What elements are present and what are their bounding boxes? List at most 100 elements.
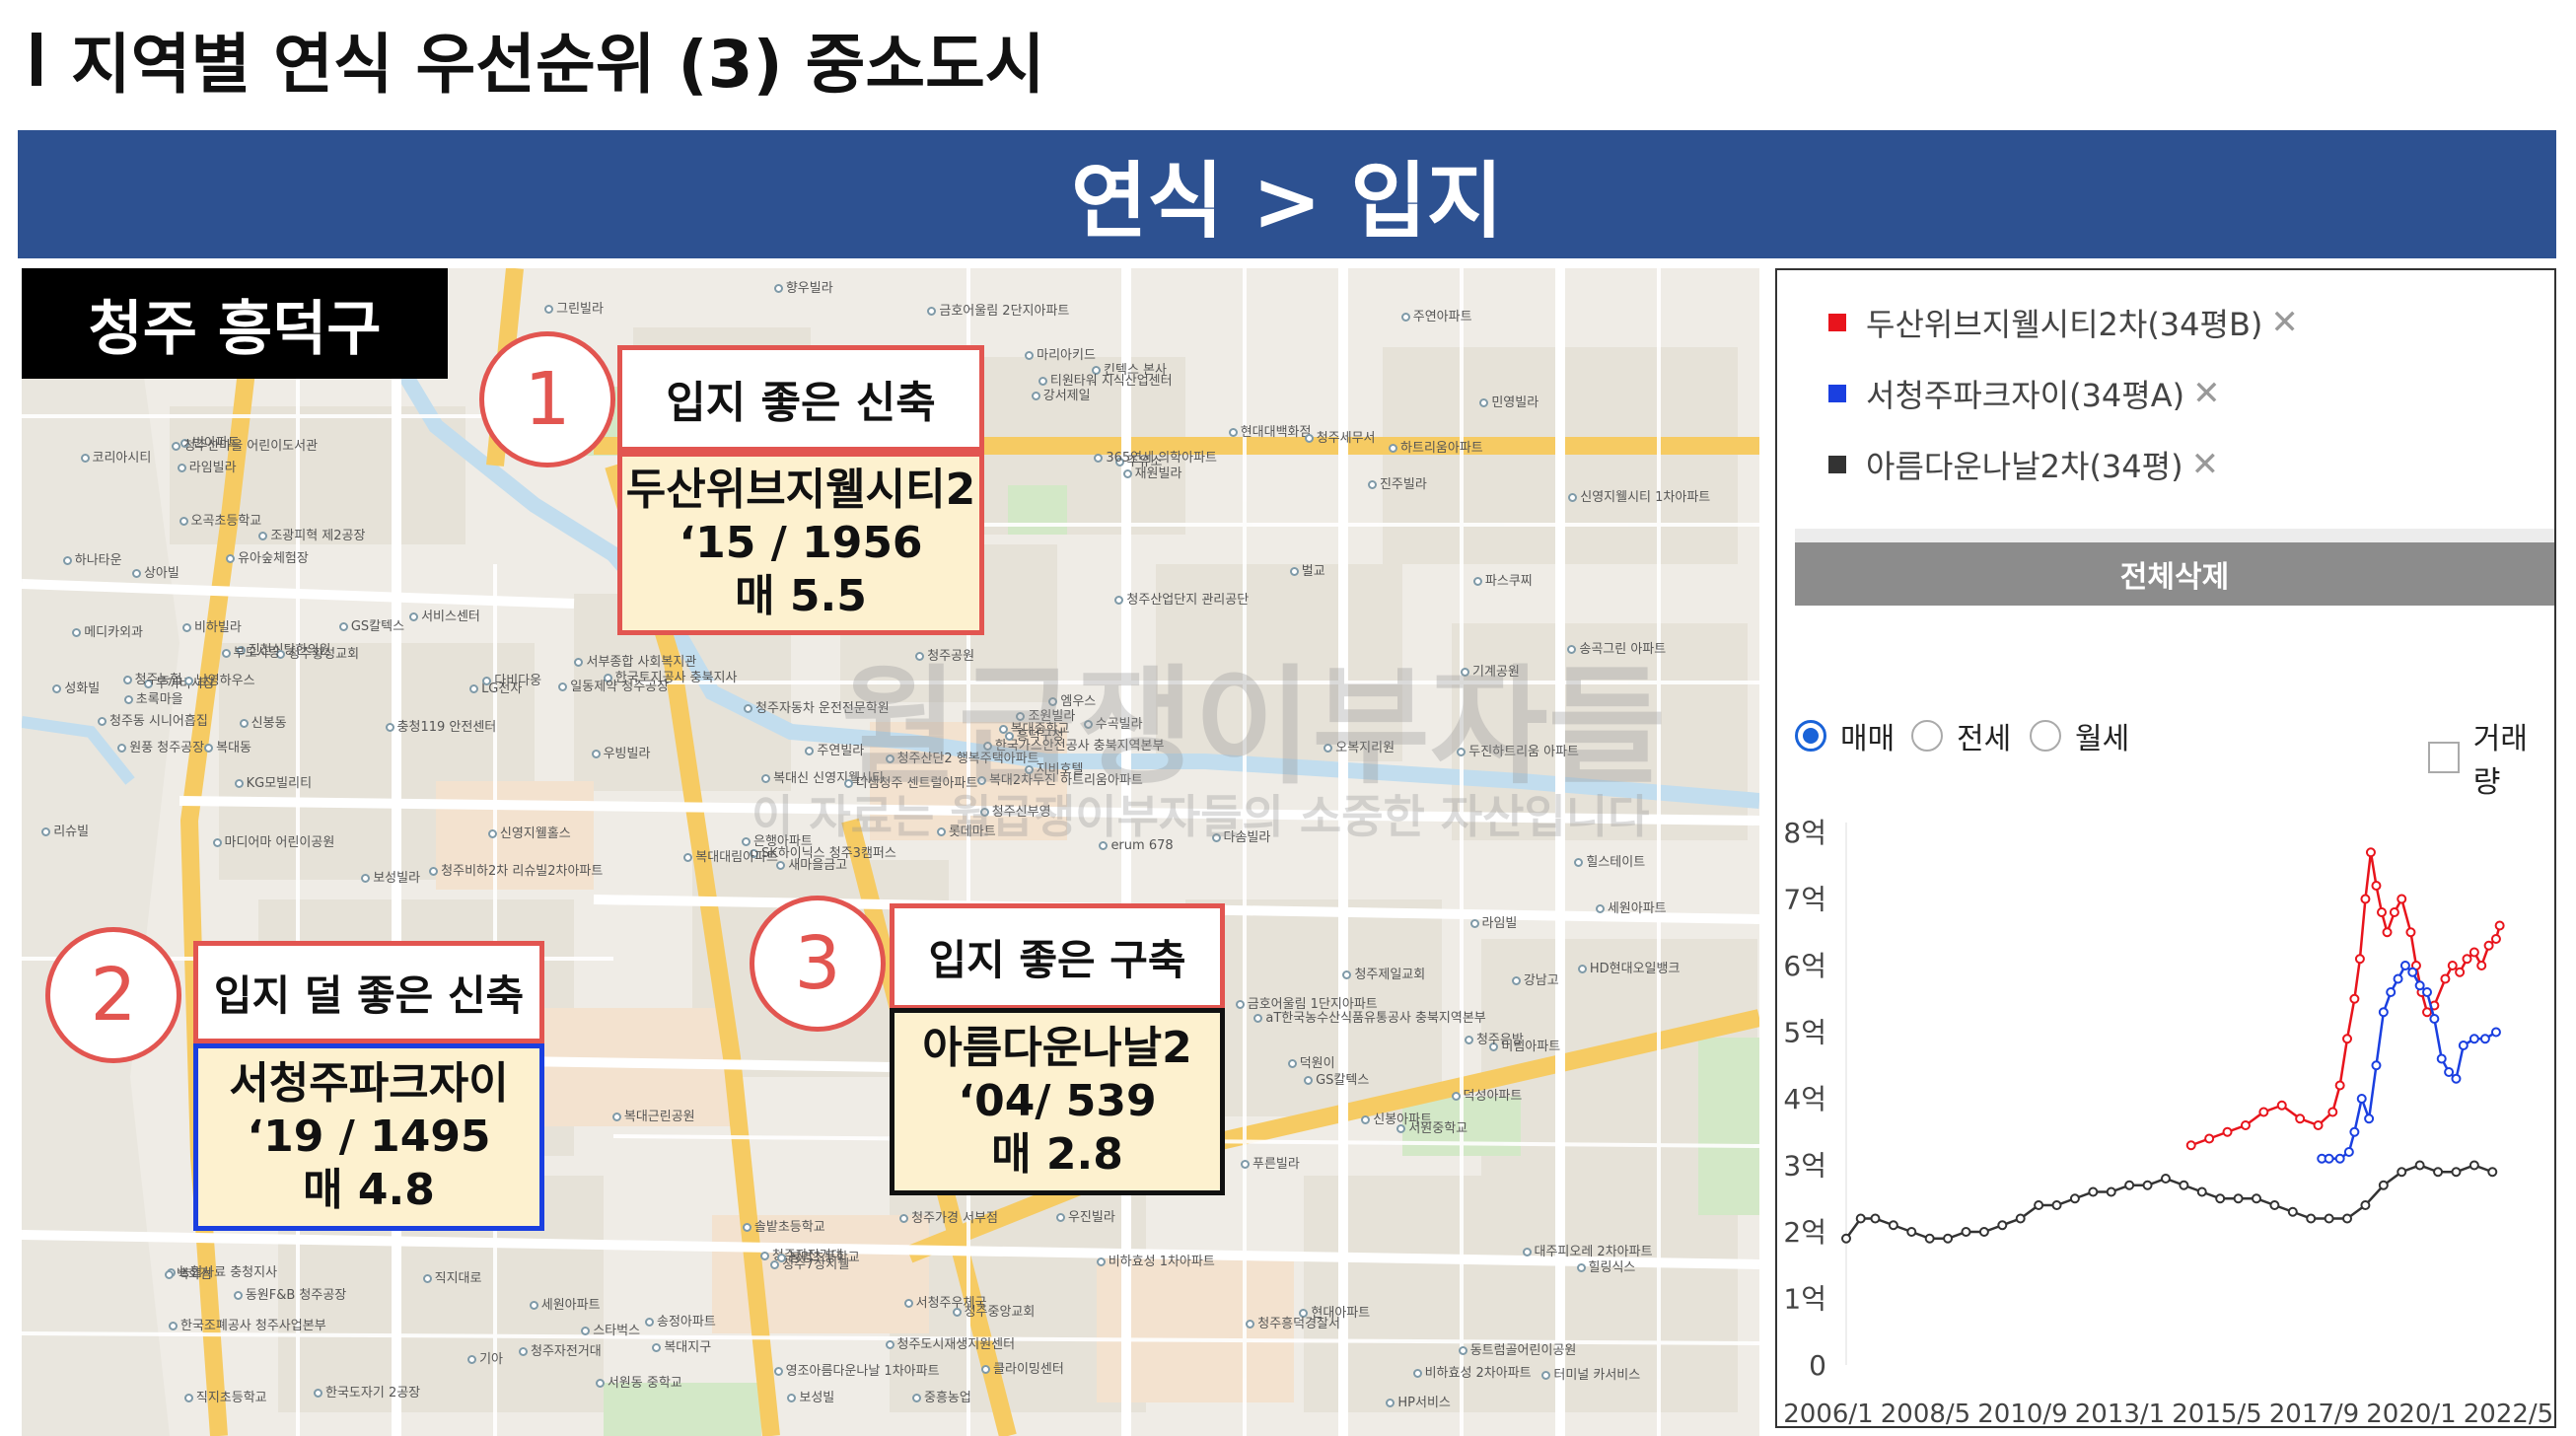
radio-sale[interactable]: 매매	[1795, 714, 1895, 757]
map-poi-label: 청주농협	[122, 673, 181, 688]
map-pin-icon	[1253, 1014, 1263, 1024]
map-poi-label: 신봉동	[239, 716, 287, 732]
map-pin-icon	[1479, 397, 1489, 407]
map-poi-label: 청주가경 서부점	[899, 1211, 998, 1227]
data-point	[2124, 1180, 2135, 1190]
data-point	[2365, 847, 2376, 858]
map-pin-icon	[72, 628, 82, 638]
map-poi-label: 푸른빌라	[1241, 1157, 1300, 1173]
map-poi-label: 세원아파트	[1595, 901, 1667, 917]
map-poi-label: 향우빌라	[773, 281, 833, 297]
map-poi-label: 마디어마 어린이공원	[212, 835, 334, 851]
callout-1-price: 매 5.5	[735, 570, 867, 621]
radio-label: 월세	[2075, 722, 2130, 756]
data-point	[2422, 987, 2433, 997]
map-poi-label: 청주자전거대	[518, 1344, 602, 1360]
data-point	[2051, 1200, 2062, 1210]
map-pin-icon	[469, 683, 479, 693]
map-pin-icon	[591, 749, 601, 758]
map-poi-label: 대주피오레 2차아파트	[1522, 1245, 1653, 1260]
data-point	[1997, 1220, 2008, 1231]
series-line	[2322, 963, 2497, 1160]
data-point	[1888, 1220, 1898, 1231]
map-pin-icon	[742, 1222, 751, 1232]
data-point	[2276, 1100, 2287, 1111]
map-poi-label: 송정아파트	[645, 1315, 716, 1330]
legend-item-doosan[interactable]: 두산위브지웰시티2차(34평B) ✕	[1828, 300, 2299, 345]
map-poi-label: 티원타워 지식산업센터	[1038, 374, 1173, 390]
district-label: 청주 흥덕구	[22, 268, 448, 379]
x-tick-label: 2020/1	[2366, 1400, 2456, 1428]
callout-2-number: 2	[45, 927, 181, 1063]
radio-monthly[interactable]: 월세	[2030, 714, 2129, 757]
remove-icon[interactable]: ✕	[2192, 374, 2221, 413]
y-tick-label: 2억	[1783, 1216, 1826, 1249]
map-poi-label: 원풍 청주공장	[117, 741, 204, 756]
remove-icon[interactable]: ✕	[2191, 445, 2220, 484]
map-pin-icon	[1246, 1319, 1255, 1328]
data-point	[2487, 1167, 2498, 1178]
data-point	[2378, 1007, 2389, 1018]
map-pin-icon	[1389, 443, 1398, 453]
map-poi-label: 라임빌라	[177, 461, 237, 476]
map-poi-label: 신영지웰시티 1차아파트	[1568, 490, 1710, 506]
data-point	[2371, 881, 2382, 891]
map-pin-icon	[1031, 392, 1040, 401]
data-point	[1841, 1233, 1851, 1244]
data-point	[2469, 1160, 2479, 1171]
map-pin-icon	[123, 694, 133, 704]
callout-1-label: 입지 좋은 신축	[617, 345, 984, 452]
map-poi-label: 오곡초등학교	[179, 514, 261, 530]
remove-icon[interactable]: ✕	[2270, 303, 2299, 342]
callout-2-info: 서청주파크자이 ‘19 / 1495 매 4.8	[193, 1043, 544, 1231]
radio-indicator	[2030, 720, 2061, 752]
callout-1-stats: ‘15 / 1956	[679, 518, 923, 569]
map-pin-icon	[183, 1394, 193, 1403]
page-title: 지역별 연식 우선순위 (3) 중소도시	[32, 14, 1045, 105]
map-pin-icon	[169, 1321, 178, 1330]
callout-2-label: 입지 덜 좋은 신축	[193, 941, 544, 1043]
map-poi-label: 금호어울림 2단지아파트	[927, 305, 1069, 320]
map-pin-icon	[177, 463, 186, 472]
data-point	[2382, 927, 2393, 938]
data-point	[2324, 1213, 2334, 1224]
map-pin-icon	[952, 1307, 962, 1317]
map-pin-icon	[182, 622, 191, 632]
map-poi-label: 벌교	[1289, 564, 1325, 580]
map-poi-label: 365연세 의학아파트	[1094, 451, 1217, 467]
legend-item-areumdaun[interactable]: 아름다운나날2차(34평) ✕	[1828, 442, 2219, 487]
data-point	[1978, 1227, 1989, 1237]
page-title-text: 지역별 연식 우선순위 (3) 중소도시	[71, 27, 1045, 103]
legend-swatch	[1828, 456, 1846, 473]
map-poi-label: 동원F&B 청주공장	[233, 1288, 346, 1304]
data-point	[2376, 907, 2387, 917]
banner: 연식 > 입지	[18, 130, 2556, 258]
map-pin-icon	[645, 1317, 654, 1327]
map-poi-label: 터미널 카서비스	[1541, 1368, 1640, 1384]
map-pin-icon	[1289, 567, 1299, 577]
map-pin-icon	[773, 1367, 783, 1377]
data-point	[2106, 1186, 2116, 1197]
data-point	[2371, 1060, 2382, 1071]
map-poi-label: 중흥농업	[912, 1391, 971, 1406]
map-poi-label: 비하빌라	[182, 620, 242, 636]
map-poi-label: 스타벅스	[581, 1324, 640, 1339]
legend-item-parkxi[interactable]: 서청주파크자이(34평A) ✕	[1828, 371, 2221, 416]
map-pin-icon	[776, 1253, 786, 1262]
data-point	[2429, 1014, 2440, 1024]
data-point	[2433, 1167, 2444, 1178]
map-poi-label: 한국조폐공사 청주사업본부	[169, 1319, 326, 1334]
map-poi-label: 서원동 중학교	[595, 1376, 682, 1392]
map-poi-label: 하나타운	[62, 553, 122, 569]
data-point	[2160, 1174, 2171, 1184]
y-tick-label: 1억	[1783, 1283, 1826, 1316]
delete-all-button[interactable]: 전체삭제	[1795, 542, 2554, 606]
map-pin-icon	[773, 284, 783, 294]
map-pin-icon	[221, 649, 231, 659]
map-pin-icon	[1458, 1345, 1467, 1355]
map-pin-icon	[1400, 313, 1410, 322]
data-point	[2494, 920, 2505, 931]
y-tick-label: 4억	[1783, 1083, 1826, 1115]
map-pin-icon	[385, 722, 394, 732]
radio-jeonse[interactable]: 전세	[1911, 714, 2011, 757]
